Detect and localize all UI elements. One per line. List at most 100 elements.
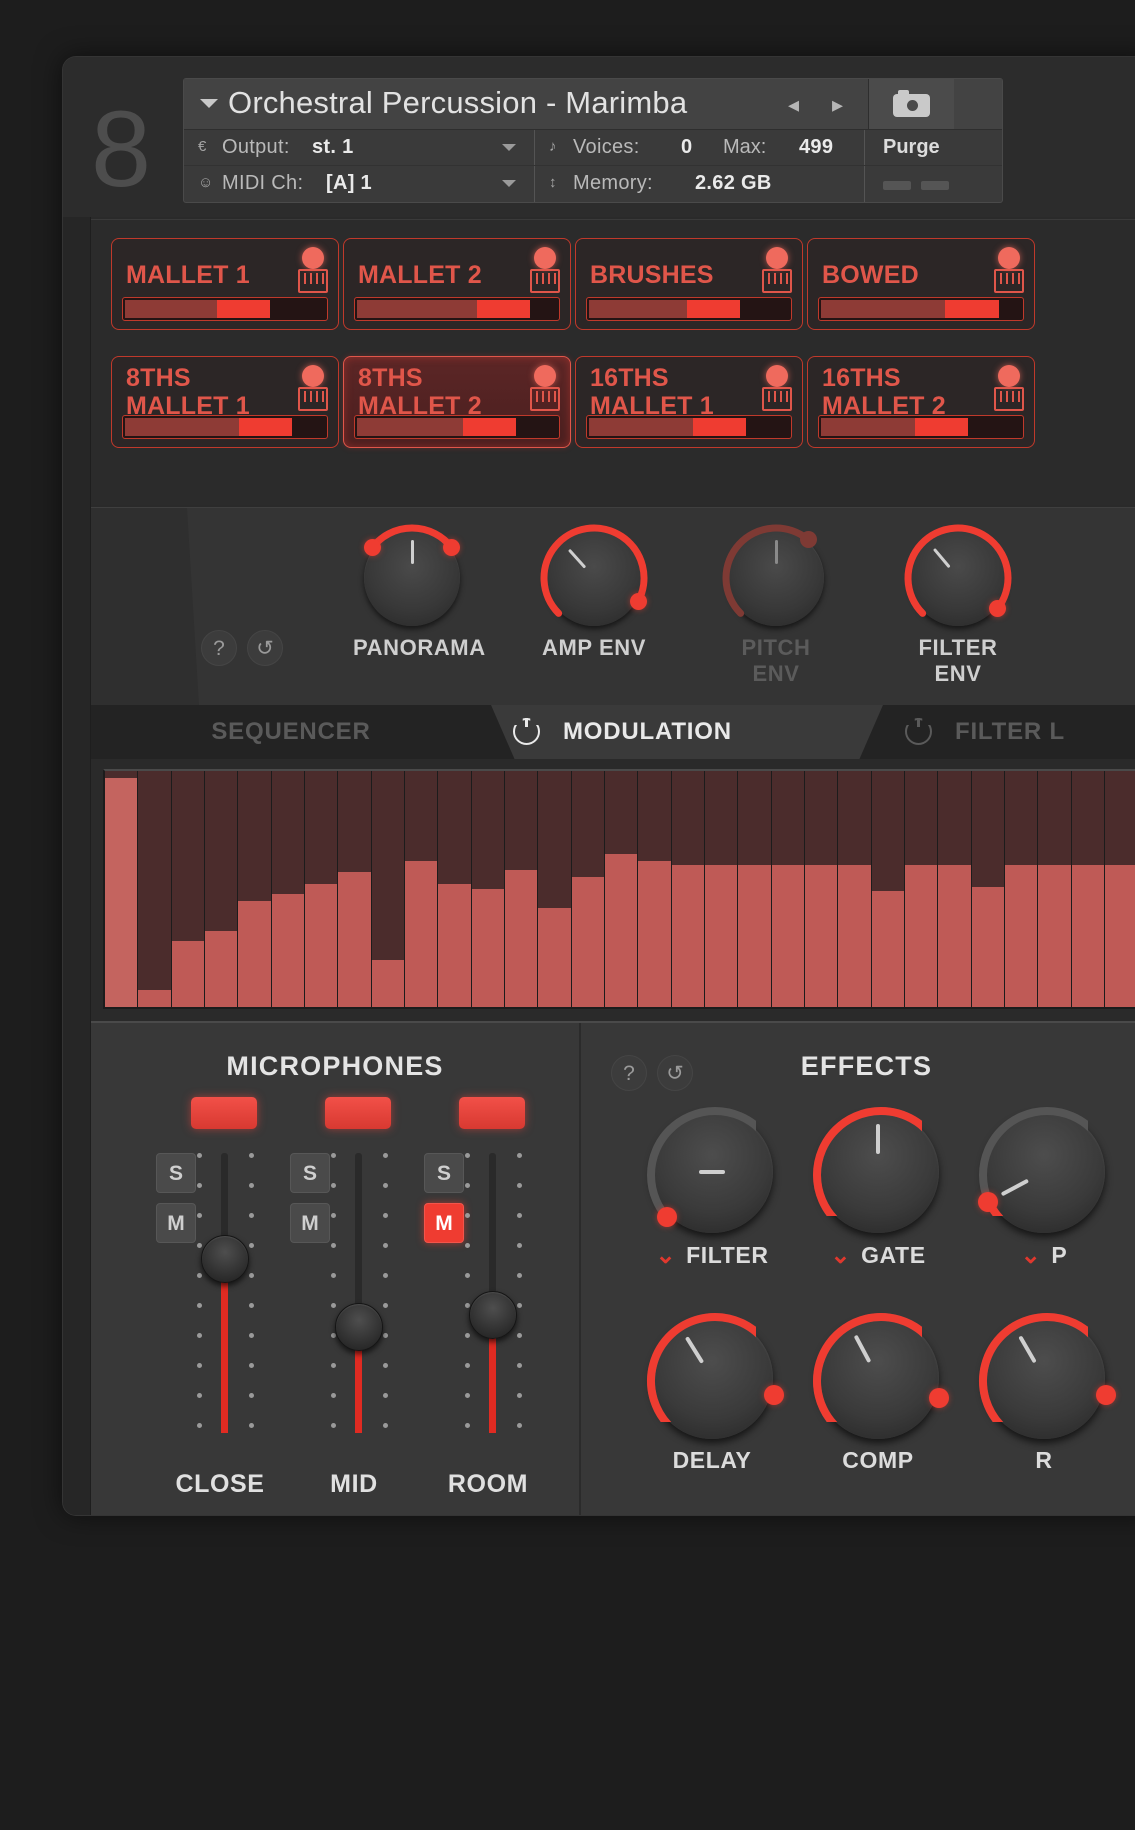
articulation-level-meter[interactable] [122,415,328,439]
prev-preset-arrow-icon[interactable]: ◂ [788,95,799,115]
articulation-cell[interactable]: BRUSHES [575,238,803,330]
microphone-enable-button[interactable] [325,1097,391,1129]
reset-icon[interactable]: ↺ [247,630,283,666]
sequencer-step[interactable] [705,771,738,1007]
tab-sequencer[interactable]: SEQUENCER [91,705,491,759]
effect-knob-dial[interactable] [983,1111,1105,1233]
articulation-cell[interactable]: 8THSMALLET 2 [343,356,571,448]
power-icon[interactable] [513,718,540,745]
purge-pip-1[interactable] [883,181,911,190]
sequencer-step[interactable] [238,771,271,1007]
articulation-level-meter[interactable] [122,297,328,321]
effect-knob[interactable]: ⌄FILTER [637,1111,787,1270]
sequencer-step[interactable] [838,771,871,1007]
articulation-level-meter[interactable] [586,415,792,439]
solo-button[interactable]: S [290,1153,330,1193]
sequencer-step[interactable] [905,771,938,1007]
effect-knob[interactable]: COMP [803,1317,953,1474]
mute-button[interactable]: M [156,1203,196,1243]
effect-knob[interactable]: DELAY [637,1317,787,1474]
articulation-cell[interactable]: 16THSMALLET 2 [807,356,1035,448]
articulation-level-meter[interactable] [586,297,792,321]
sequencer-step[interactable] [572,771,605,1007]
sequencer-step[interactable] [872,771,905,1007]
fader-handle[interactable] [201,1235,249,1283]
sequencer-step[interactable] [972,771,1005,1007]
sequencer-step[interactable] [1105,771,1135,1007]
performance-knob[interactable]: FILTER ENV [899,530,1017,687]
fader-track[interactable] [355,1153,362,1433]
sequencer-step[interactable] [938,771,971,1007]
sequencer-step[interactable] [305,771,338,1007]
articulation-level-meter[interactable] [818,297,1024,321]
performance-knob[interactable]: PITCH ENV [717,530,835,687]
effect-knob-dial[interactable] [817,1317,939,1439]
knob-dial[interactable] [364,530,460,626]
articulation-level-meter[interactable] [354,297,560,321]
solo-button[interactable]: S [424,1153,464,1193]
sequencer-step[interactable] [372,771,405,1007]
chevron-down-icon[interactable]: ⌄ [655,1241,676,1270]
fader-track[interactable] [489,1153,496,1433]
effect-knob[interactable]: ⌄P [969,1111,1119,1270]
output-selector[interactable]: € Output: st. 1 [184,130,534,165]
tab-filter-l[interactable]: FILTER L [883,705,1135,759]
sequencer-step[interactable] [1038,771,1071,1007]
sequencer-step[interactable] [738,771,771,1007]
sequencer-step[interactable] [405,771,438,1007]
sequencer-step[interactable] [638,771,671,1007]
mute-button[interactable]: M [424,1203,464,1243]
knob-dial[interactable] [546,530,642,626]
effect-knob-dial[interactable] [817,1111,939,1233]
fader-track[interactable] [221,1153,228,1433]
sequencer-step[interactable] [538,771,571,1007]
knob-dial[interactable] [728,530,824,626]
solo-button[interactable]: S [156,1153,196,1193]
effect-knob[interactable]: R [969,1317,1119,1474]
next-preset-arrow-icon[interactable]: ▸ [832,95,843,115]
articulation-level-meter[interactable] [818,415,1024,439]
effect-knob-dial[interactable] [651,1111,773,1233]
power-icon[interactable] [905,718,932,745]
purge-menu[interactable]: Purge [864,130,1002,165]
modulation-sequencer-panel[interactable] [91,759,1135,1021]
chevron-down-icon[interactable]: ⌄ [830,1241,851,1270]
mute-button[interactable]: M [290,1203,330,1243]
sequencer-step[interactable] [438,771,471,1007]
performance-knob[interactable]: AMP ENV [535,530,653,661]
instrument-menu-caret-icon[interactable] [200,99,218,108]
sequencer-step[interactable] [272,771,305,1007]
effect-knob-dial[interactable] [651,1317,773,1439]
sequencer-step[interactable] [605,771,638,1007]
help-icon[interactable]: ? [201,630,237,666]
articulation-cell[interactable]: BOWED [807,238,1035,330]
sequencer-step[interactable] [472,771,505,1007]
sequencer-step[interactable] [672,771,705,1007]
articulation-cell[interactable]: MALLET 2 [343,238,571,330]
microphone-enable-button[interactable] [459,1097,525,1129]
knob-dial[interactable] [910,530,1006,626]
sequencer-step[interactable] [138,771,171,1007]
tab-modulation[interactable]: MODULATION [491,705,883,759]
chevron-down-icon[interactable]: ⌄ [1021,1241,1042,1270]
articulation-cell[interactable]: 8THSMALLET 1 [111,356,339,448]
articulation-cell[interactable]: MALLET 1 [111,238,339,330]
sequencer-step[interactable] [105,771,138,1007]
step-sequencer-chart[interactable] [103,769,1135,1009]
sequencer-step[interactable] [505,771,538,1007]
effect-knob[interactable]: ⌄GATE [803,1111,953,1270]
sequencer-step[interactable] [338,771,371,1007]
output-caret-icon[interactable] [502,144,516,151]
purge-pips[interactable] [864,166,1002,202]
instrument-name[interactable]: Orchestral Percussion - Marimba [228,85,687,121]
performance-knob[interactable]: PANORAMA [353,530,471,661]
sequencer-step[interactable] [772,771,805,1007]
midi-channel-selector[interactable]: ☺ MIDI Ch: [A] 1 [184,166,534,202]
sequencer-step[interactable] [805,771,838,1007]
sequencer-step[interactable] [205,771,238,1007]
fader-handle[interactable] [469,1291,517,1339]
midi-caret-icon[interactable] [502,180,516,187]
sequencer-step[interactable] [1005,771,1038,1007]
snapshot-button[interactable] [868,79,954,129]
sequencer-step[interactable] [1072,771,1105,1007]
